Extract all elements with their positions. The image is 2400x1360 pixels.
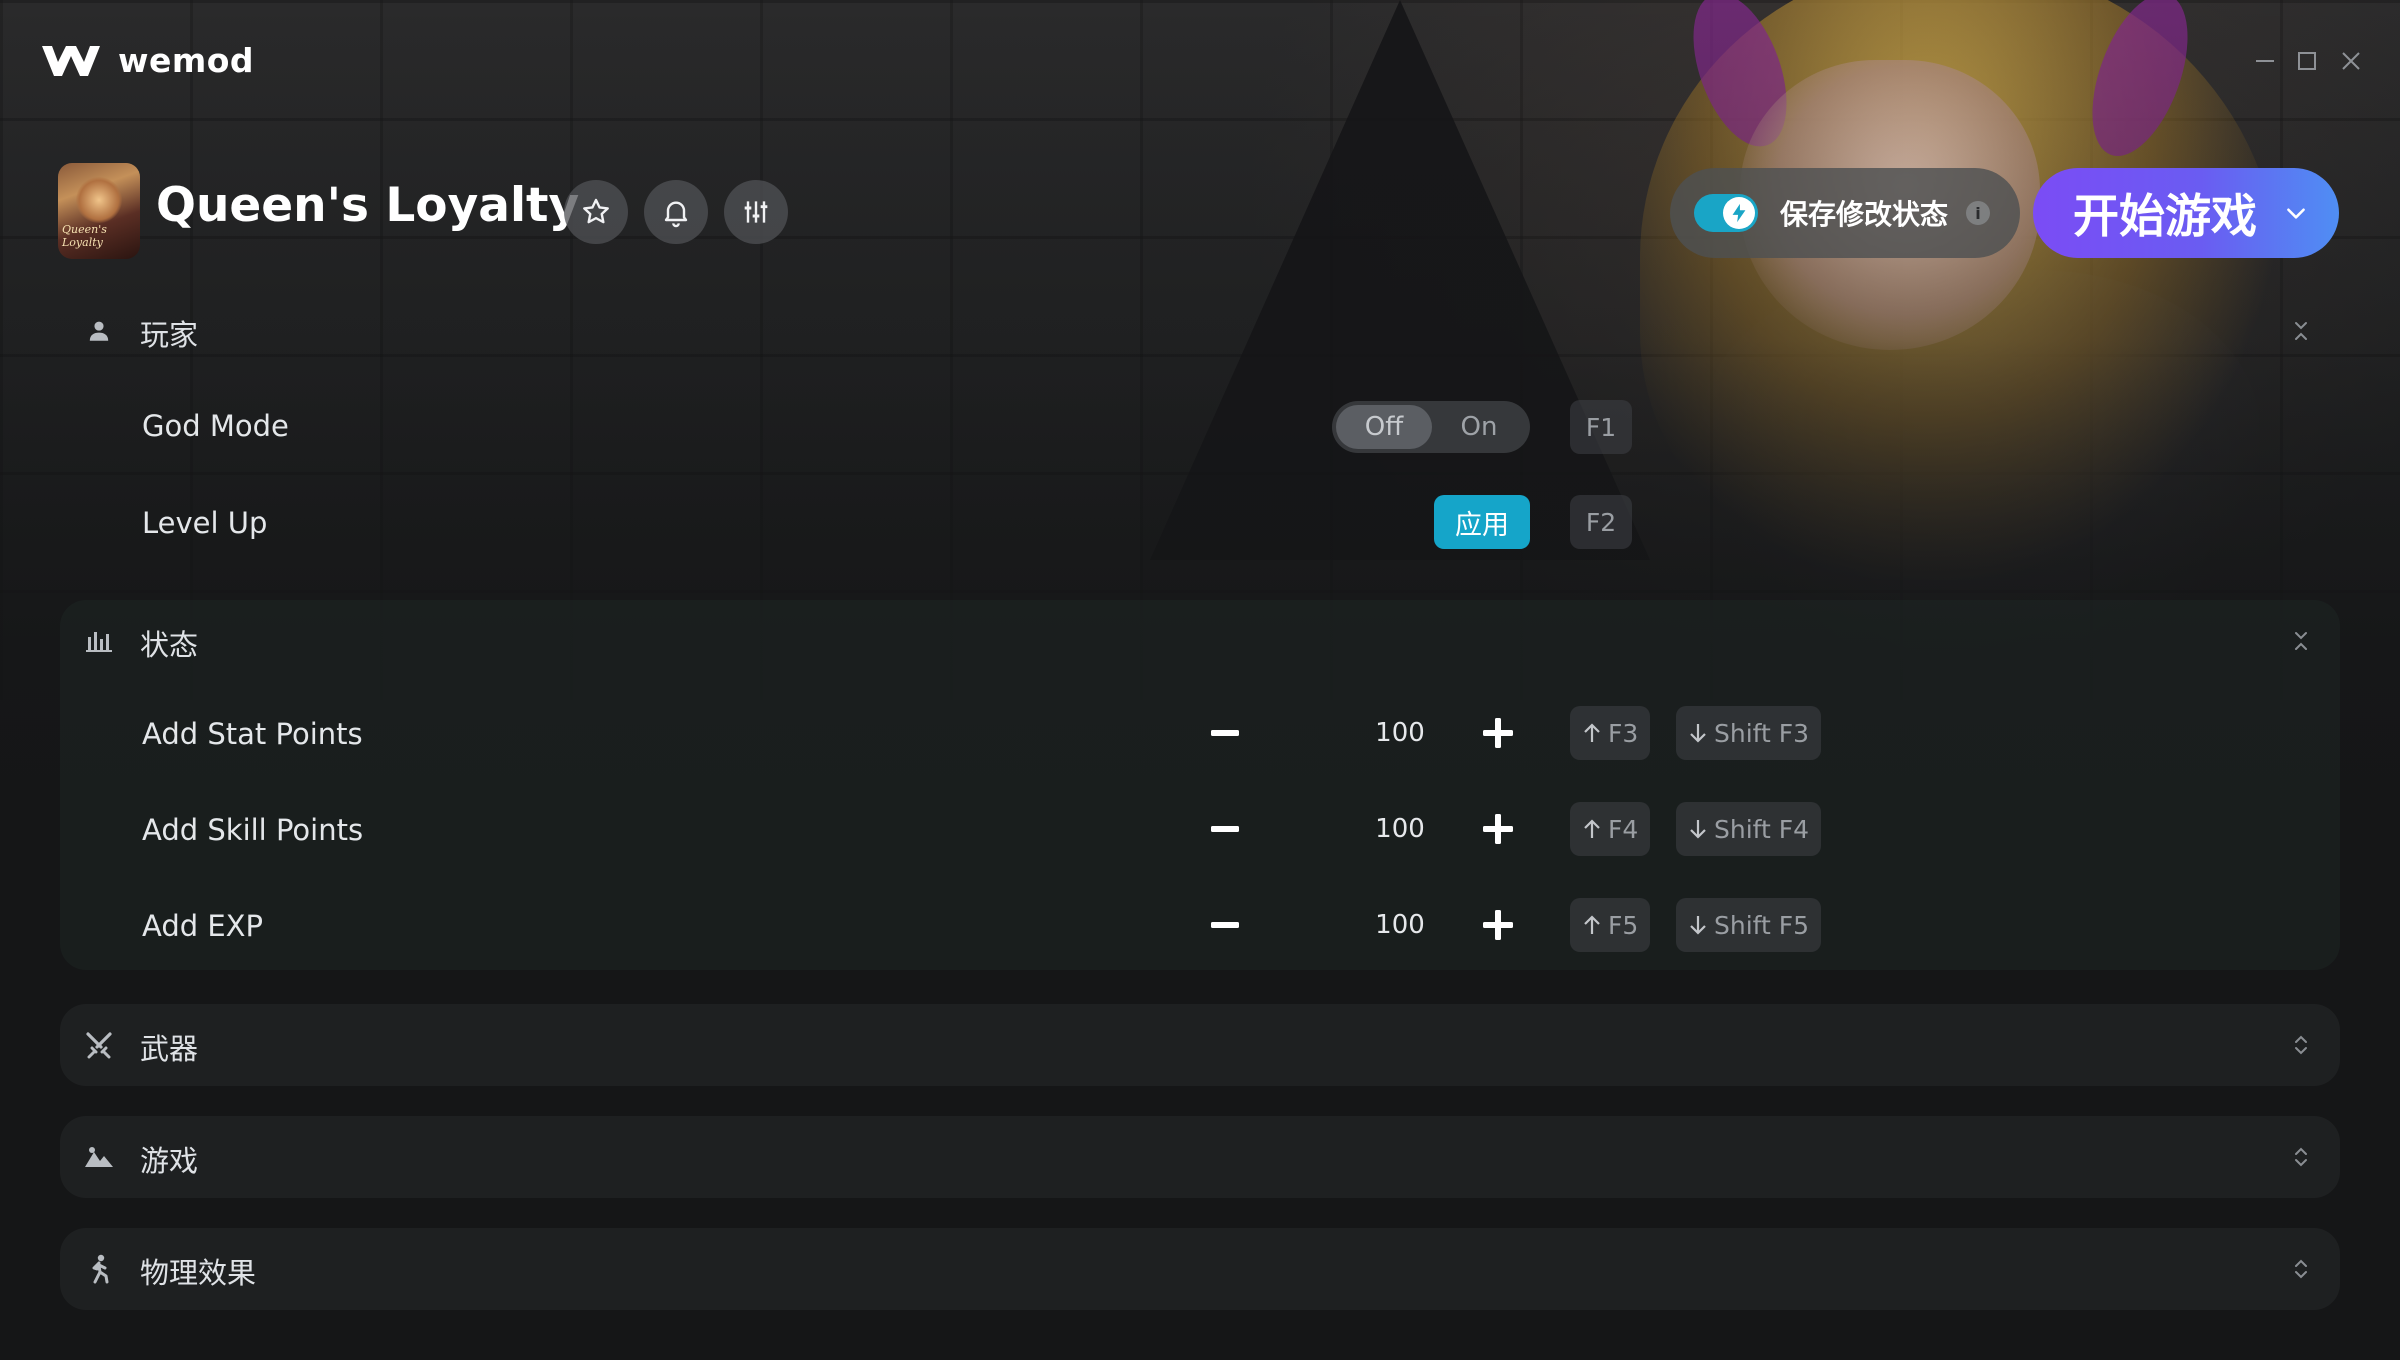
- stepper-value[interactable]: 100: [1350, 910, 1450, 940]
- minus-icon: [1211, 730, 1239, 736]
- hotkey-label: Shift F3: [1714, 718, 1810, 748]
- bell-icon: [664, 201, 688, 228]
- save-mods-label: 保存修改状态: [1780, 198, 1949, 231]
- info-icon[interactable]: i: [1966, 201, 1991, 225]
- increase-button[interactable]: [1478, 713, 1518, 753]
- minus-icon: [1211, 922, 1239, 928]
- increase-button[interactable]: [1478, 905, 1518, 945]
- minimize-button[interactable]: [2248, 44, 2282, 78]
- thumbnail-caption: Queen's Loyalty: [62, 223, 107, 249]
- section-player-header[interactable]: 玩家: [60, 290, 2340, 372]
- close-icon: [2342, 52, 2360, 70]
- arrow-down-icon: [1690, 724, 1706, 743]
- play-label: 开始游戏: [2073, 189, 2257, 243]
- cheat-label-level-up: Level Up: [142, 506, 268, 540]
- section-title: 状态: [140, 628, 199, 662]
- section-title: 游戏: [140, 1144, 199, 1178]
- save-mods-knob: [1723, 197, 1755, 229]
- section-weapon[interactable]: 武器: [60, 1004, 2340, 1086]
- hotkey-decrease[interactable]: Shift F5: [1676, 898, 1822, 952]
- sliders-icon: [744, 201, 768, 223]
- god-mode-toggle[interactable]: Off On: [1332, 401, 1530, 453]
- save-mods-control[interactable]: 保存修改状态 i: [1670, 168, 2020, 258]
- expand-icon[interactable]: [2286, 1030, 2316, 1060]
- hotkey-decrease[interactable]: Shift F4: [1676, 802, 1822, 856]
- game-title: Queen's Loyalty: [156, 178, 580, 233]
- apply-button[interactable]: 应用: [1434, 495, 1530, 549]
- plus-icon: [1483, 718, 1513, 748]
- hotkey-label: F4: [1608, 814, 1639, 844]
- arrow-down-icon: [1690, 820, 1706, 839]
- running-icon: [84, 1254, 114, 1284]
- arrow-up-icon: [1584, 915, 1600, 934]
- collapse-icon[interactable]: [2286, 626, 2316, 656]
- section-stats-header[interactable]: 状态: [60, 600, 2340, 682]
- hotkey-increase[interactable]: F5: [1570, 898, 1651, 952]
- thumbnail-portrait: [76, 177, 122, 223]
- favorite-button[interactable]: [564, 180, 628, 244]
- hotkey-decrease[interactable]: Shift F3: [1676, 706, 1822, 760]
- stepper-value[interactable]: 100: [1350, 814, 1450, 844]
- section-weapon-header[interactable]: 武器: [60, 1004, 2340, 1086]
- hotkey-badge[interactable]: F2: [1570, 495, 1632, 549]
- section-title: 武器: [140, 1032, 199, 1066]
- settings-button[interactable]: [724, 180, 788, 244]
- toggle-on-option[interactable]: On: [1432, 405, 1526, 449]
- arrow-up-icon: [1584, 819, 1600, 838]
- save-mods-toggle[interactable]: [1694, 194, 1758, 232]
- app-name: wemod: [118, 40, 255, 80]
- hotkey-badge[interactable]: F1: [1570, 400, 1632, 454]
- toggle-off-option[interactable]: Off: [1336, 405, 1432, 449]
- close-button[interactable]: [2334, 44, 2368, 78]
- stepper-value[interactable]: 100: [1350, 718, 1450, 748]
- star-icon: [583, 198, 609, 224]
- lightning-icon: [1732, 203, 1746, 223]
- maximize-button[interactable]: [2290, 44, 2324, 78]
- expand-icon[interactable]: [2286, 1142, 2316, 1172]
- collapse-icon[interactable]: [2286, 316, 2316, 346]
- plus-icon: [1483, 814, 1513, 844]
- app-logo[interactable]: wemod: [40, 40, 254, 80]
- minimize-icon: [2256, 60, 2274, 62]
- decrease-button[interactable]: [1205, 905, 1245, 945]
- section-player: 玩家 God Mode Off On F1 Level Up 应用 F2: [60, 290, 2340, 580]
- cheat-label-add-skill-points: Add Skill Points: [142, 813, 364, 847]
- cheat-label-god-mode: God Mode: [142, 409, 289, 443]
- increase-button[interactable]: [1478, 809, 1518, 849]
- game-thumbnail: Queen's Loyalty: [58, 163, 140, 259]
- cheat-label-add-stat-points: Add Stat Points: [142, 717, 363, 751]
- hotkey-label: Shift F5: [1714, 910, 1810, 940]
- crossed-swords-icon: [84, 1030, 114, 1060]
- section-physics[interactable]: 物理效果: [60, 1228, 2340, 1310]
- arrow-up-icon: [1584, 723, 1600, 742]
- play-button[interactable]: 开始游戏: [2033, 168, 2339, 258]
- section-physics-header[interactable]: 物理效果: [60, 1228, 2340, 1310]
- section-game-header[interactable]: 游戏: [60, 1116, 2340, 1198]
- hotkey-increase[interactable]: F3: [1570, 706, 1651, 760]
- landscape-icon: [84, 1142, 114, 1172]
- notifications-button[interactable]: [644, 180, 708, 244]
- titlebar: wemod: [0, 0, 2400, 110]
- decrease-button[interactable]: [1205, 713, 1245, 753]
- hotkey-label: F5: [1608, 910, 1639, 940]
- wemod-logo-icon: [42, 46, 100, 76]
- decrease-button[interactable]: [1205, 809, 1245, 849]
- bar-chart-icon: [84, 626, 114, 656]
- hotkey-increase[interactable]: F4: [1570, 802, 1651, 856]
- hotkey-label: F3: [1608, 718, 1639, 748]
- cheat-label-add-exp: Add EXP: [142, 909, 264, 943]
- chevron-down-icon[interactable]: [2283, 200, 2309, 226]
- section-title: 玩家: [140, 318, 199, 352]
- maximize-icon: [2298, 52, 2316, 70]
- section-game[interactable]: 游戏: [60, 1116, 2340, 1198]
- plus-icon: [1483, 910, 1513, 940]
- section-stats: 状态 Add Stat Points 100 F3 Shift F3 Add S…: [60, 600, 2340, 970]
- person-icon: [84, 316, 114, 346]
- hotkey-label: Shift F4: [1714, 814, 1810, 844]
- arrow-down-icon: [1690, 916, 1706, 935]
- minus-icon: [1211, 826, 1239, 832]
- expand-icon[interactable]: [2286, 1254, 2316, 1284]
- section-title: 物理效果: [140, 1256, 257, 1290]
